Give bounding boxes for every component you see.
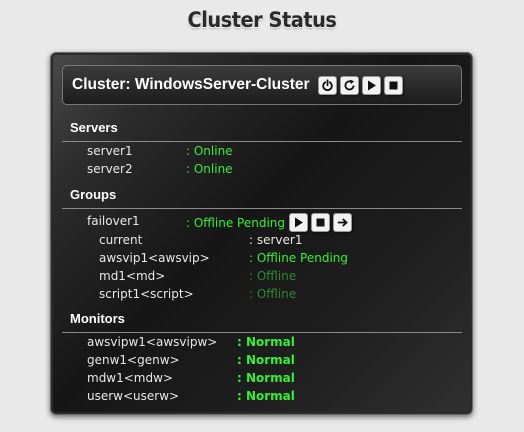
start-button[interactable] [361, 75, 381, 95]
groups-divider [62, 208, 462, 209]
resource-name: script1<script> [99, 287, 194, 301]
cluster-name: Cluster: WindowsServer-Cluster [72, 76, 310, 93]
resource-status: : Offline [249, 287, 297, 301]
cluster-controls [315, 75, 403, 95]
power-icon [321, 78, 333, 91]
play-icon [367, 80, 376, 90]
page-title: Cluster Status [187, 8, 337, 32]
monitor-name: awsvipw1<awsvipw> [87, 335, 218, 349]
monitor-name: genw1<genw> [87, 353, 180, 367]
group-name: failover1 [87, 214, 140, 228]
monitor-name: mdw1<mdw> [87, 371, 173, 385]
server-name: server2 [87, 162, 133, 176]
server-status: : Online [186, 162, 233, 176]
monitors-section-title: Monitors [70, 311, 125, 326]
resource-name: current [99, 233, 143, 247]
servers-divider [62, 141, 462, 142]
monitors-divider [62, 332, 462, 333]
power-button[interactable] [317, 75, 337, 95]
resource-status: : server1 [249, 233, 303, 247]
monitor-name: userw<userw> [87, 389, 180, 403]
cluster-header: Cluster: WindowsServer-Cluster [62, 65, 462, 105]
servers-section-title: Servers [70, 120, 118, 135]
server-name: server1 [87, 144, 133, 158]
group-start-button[interactable] [289, 213, 309, 232]
resource-status: : Offline [249, 269, 297, 283]
group-move-button[interactable] [333, 213, 353, 232]
restart-icon [344, 79, 355, 90]
cluster-status-panel: Cluster: WindowsServer-Cluster Servers s… [50, 52, 473, 415]
stop-button[interactable] [383, 75, 403, 95]
monitor-status: : Normal [237, 389, 295, 403]
monitor-status: : Normal [237, 371, 295, 385]
monitor-status: : Normal [237, 353, 295, 367]
resource-name: md1<md> [99, 269, 166, 283]
move-icon [337, 218, 348, 227]
group-status: : Offline Pending [186, 215, 286, 230]
resource-name: awsvip1<awsvip> [99, 251, 210, 265]
restart-button[interactable] [339, 75, 359, 95]
server-status: : Online [186, 144, 233, 158]
resource-status: : Offline Pending [249, 251, 349, 265]
stop-icon [389, 81, 398, 89]
groups-section-title: Groups [70, 187, 117, 202]
play-icon [295, 217, 304, 228]
stop-icon [316, 218, 325, 227]
monitor-status: : Normal [237, 335, 295, 349]
group-status-wrap: : Offline Pending [186, 213, 353, 232]
group-stop-button[interactable] [311, 213, 331, 232]
